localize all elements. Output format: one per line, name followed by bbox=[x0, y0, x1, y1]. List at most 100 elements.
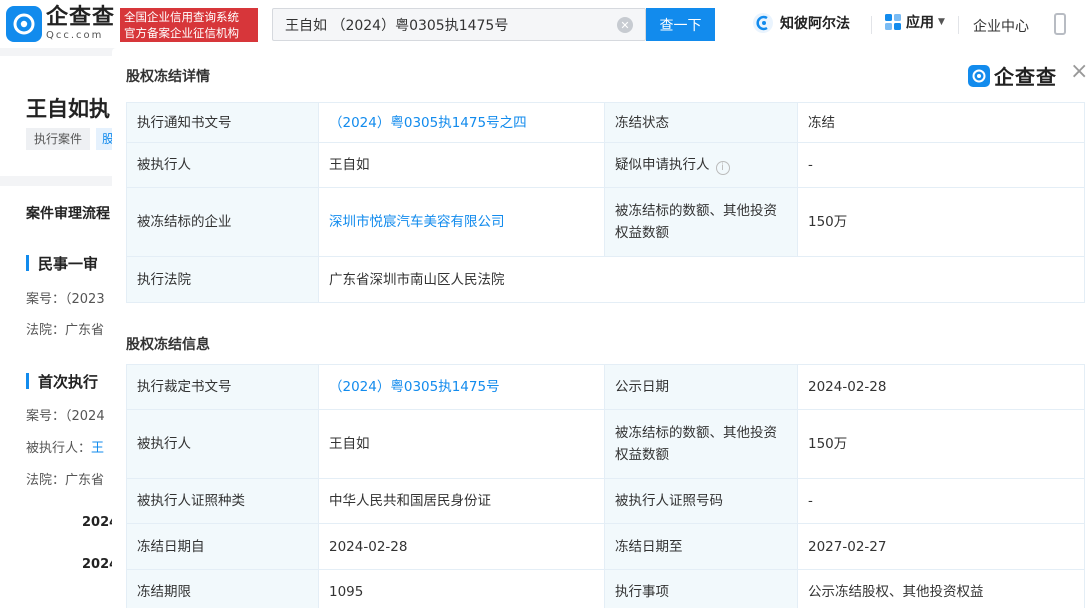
court-value: 广东省 bbox=[65, 473, 105, 488]
modal-logo-text: 企查查 bbox=[994, 65, 1057, 89]
executed-name-link[interactable]: 王 bbox=[91, 441, 104, 456]
applicant-label-text: 疑似申请执行人 bbox=[615, 157, 710, 173]
background-case-no-1: 案号：（2023 bbox=[26, 288, 105, 307]
clear-icon[interactable]: ✕ bbox=[617, 17, 633, 33]
qcc-logo[interactable]: 企查查 Qcc.com bbox=[6, 6, 115, 42]
slogan-line-1: 全国企业信用查询系统 bbox=[124, 10, 239, 24]
matter-label: 执行事项 bbox=[604, 569, 798, 608]
freeze-from-label: 冻结日期自 bbox=[126, 523, 319, 570]
top-header: 企查查 Qcc.com 全国企业信用查询系统 官方备案企业征信机构 王自如 （2… bbox=[0, 0, 1086, 48]
background-tag-executed-case[interactable]: 执行案件 bbox=[26, 128, 91, 150]
ruling-no-link[interactable]: （2024）粤0305执1475号 bbox=[329, 379, 500, 395]
status-value: 冻结 bbox=[797, 102, 1085, 143]
table-row: 被执行人证照种类 中华人民共和国居民身份证 被执行人证照号码 - bbox=[126, 478, 1085, 524]
mobile-phone-icon[interactable] bbox=[1054, 13, 1066, 35]
case-no-label: 案号： bbox=[26, 409, 66, 424]
applicant-label: 疑似申请执行人 i bbox=[604, 142, 798, 188]
court-label: 法院： bbox=[26, 473, 66, 488]
executed-value: 王自如 bbox=[318, 142, 605, 188]
background-court-1: 法院：广东省 bbox=[26, 319, 104, 338]
id-type-label: 被执行人证照种类 bbox=[126, 478, 319, 524]
freeze-to-value: 2027-02-27 bbox=[797, 523, 1085, 570]
amount-value: 150万 bbox=[797, 409, 1085, 479]
freeze-from-value: 2024-02-28 bbox=[318, 523, 605, 570]
executed-label: 被执行人 bbox=[126, 409, 319, 479]
table-row: 冻结日期自 2024-02-28 冻结日期至 2027-02-27 bbox=[126, 523, 1085, 570]
table-row: 执行通知书文号 （2024）粤0305执1475号之四 冻结状态 冻结 bbox=[126, 102, 1085, 143]
freeze-term-label: 冻结期限 bbox=[126, 569, 319, 608]
search-input[interactable]: 王自如 （2024）粤0305执1475号 ✕ bbox=[272, 8, 646, 41]
executed-value: 王自如 bbox=[318, 409, 605, 479]
background-court-2: 法院：广东省 bbox=[26, 469, 104, 488]
official-slogan: 全国企业信用查询系统 官方备案企业征信机构 bbox=[120, 8, 258, 42]
amount-label: 被冻结标的数额、其他投资权益数额 bbox=[604, 187, 798, 257]
executed-label: 被执行人： bbox=[26, 441, 92, 456]
search-input-value: 王自如 （2024）粤0305执1475号 bbox=[285, 17, 509, 34]
court-value: 广东省深圳市南山区人民法院 bbox=[318, 256, 1085, 303]
company-link[interactable]: 深圳市悦宸汽车美容有限公司 bbox=[329, 214, 505, 230]
background-executed-person: 被执行人：王 bbox=[26, 437, 104, 456]
table-row: 被执行人 王自如 疑似申请执行人 i - bbox=[126, 142, 1085, 188]
background-case-no-2: 案号：（2024 bbox=[26, 405, 105, 424]
table-row: 冻结期限 1095 执行事项 公示冻结股权、其他投资权益 bbox=[126, 569, 1085, 608]
ruling-no-value: （2024）粤0305执1475号 bbox=[318, 364, 605, 410]
nav-divider-2 bbox=[958, 16, 959, 34]
modal-qcc-logo: 企查查 bbox=[968, 61, 1057, 90]
freeze-detail-table: 执行通知书文号 （2024）粤0305执1475号之四 冻结状态 冻结 被执行人… bbox=[126, 102, 1085, 303]
amount-label: 被冻结标的数额、其他投资权益数额 bbox=[604, 409, 798, 479]
info-icon[interactable]: i bbox=[715, 161, 730, 175]
qcc-logo-icon bbox=[6, 6, 42, 42]
case-no-value: （2024 bbox=[65, 409, 105, 424]
id-no-label: 被执行人证照号码 bbox=[604, 478, 798, 524]
search-button[interactable]: 查一下 bbox=[646, 8, 715, 41]
section-title-freeze-info: 股权冻结信息 bbox=[126, 337, 210, 353]
publish-date-value: 2024-02-28 bbox=[797, 364, 1085, 410]
notice-no-label: 执行通知书文号 bbox=[126, 102, 319, 143]
freeze-term-value: 1095 bbox=[318, 569, 605, 608]
id-no-value: - bbox=[797, 478, 1085, 524]
background-process-card bbox=[0, 186, 112, 608]
status-label: 冻结状态 bbox=[604, 102, 798, 143]
apps-grid-icon bbox=[885, 14, 901, 30]
table-row: 被执行人 王自如 被冻结标的数额、其他投资权益数额 150万 bbox=[126, 409, 1085, 479]
nav-alpha-label: 知彼阿尔法 bbox=[780, 16, 850, 32]
freeze-info-table: 执行裁定书文号 （2024）粤0305执1475号 公示日期 2024-02-2… bbox=[126, 364, 1085, 608]
table-row: 被冻结标的企业 深圳市悦宸汽车美容有限公司 被冻结标的数额、其他投资权益数额 1… bbox=[126, 187, 1085, 257]
nav-app-label: 应用 bbox=[906, 15, 934, 31]
caret-down-icon: ▼ bbox=[938, 17, 945, 27]
freeze-to-label: 冻结日期至 bbox=[604, 523, 798, 570]
equity-freeze-detail-modal: 股权冻结详情 企查查 × 执行通知书文号 （2024）粤0305执1475号之四… bbox=[112, 48, 1086, 608]
background-process-title: 案件审理流程 bbox=[26, 206, 110, 222]
notice-no-value: （2024）粤0305执1475号之四 bbox=[318, 102, 605, 143]
background-page-title: 王自如执 bbox=[26, 97, 110, 121]
table-row: 执行法院 广东省深圳市南山区人民法院 bbox=[126, 256, 1085, 303]
matter-value: 公示冻结股权、其他投资权益 bbox=[797, 569, 1085, 608]
close-icon[interactable]: × bbox=[1070, 61, 1086, 83]
logo-cn-text: 企查查 bbox=[46, 5, 116, 30]
table-row: 执行裁定书文号 （2024）粤0305执1475号 公示日期 2024-02-2… bbox=[126, 364, 1085, 410]
publish-date-label: 公示日期 bbox=[604, 364, 798, 410]
logo-en-text: Qcc.com bbox=[46, 30, 104, 41]
nav-apps[interactable]: 应用 ▼ bbox=[884, 12, 945, 32]
company-value: 深圳市悦宸汽车美容有限公司 bbox=[318, 187, 605, 257]
qcc-logo-icon bbox=[968, 64, 990, 87]
case-no-label: 案号： bbox=[26, 292, 66, 307]
amount-value: 150万 bbox=[797, 187, 1085, 257]
modal-title: 股权冻结详情 bbox=[126, 69, 210, 85]
nav-enterprise-center[interactable]: 企业中心 bbox=[973, 16, 1029, 36]
background-stage-first-execution: 首次执行 bbox=[26, 371, 98, 392]
background-stage-civil-first: 民事一审 bbox=[26, 253, 98, 274]
notice-no-link[interactable]: （2024）粤0305执1475号之四 bbox=[329, 115, 527, 131]
alpha-icon bbox=[753, 13, 773, 33]
nav-divider bbox=[871, 16, 872, 34]
applicant-value: - bbox=[797, 142, 1085, 188]
nav-zhibi-alpha[interactable]: 知彼阿尔法 bbox=[752, 12, 850, 34]
executed-label: 被执行人 bbox=[126, 142, 319, 188]
court-label: 执行法院 bbox=[126, 256, 319, 303]
slogan-line-2: 官方备案企业征信机构 bbox=[124, 26, 239, 40]
court-label: 法院： bbox=[26, 323, 66, 338]
court-value: 广东省 bbox=[65, 323, 105, 338]
case-no-value: （2023 bbox=[65, 292, 105, 307]
ruling-no-label: 执行裁定书文号 bbox=[126, 364, 319, 410]
company-label: 被冻结标的企业 bbox=[126, 187, 319, 257]
